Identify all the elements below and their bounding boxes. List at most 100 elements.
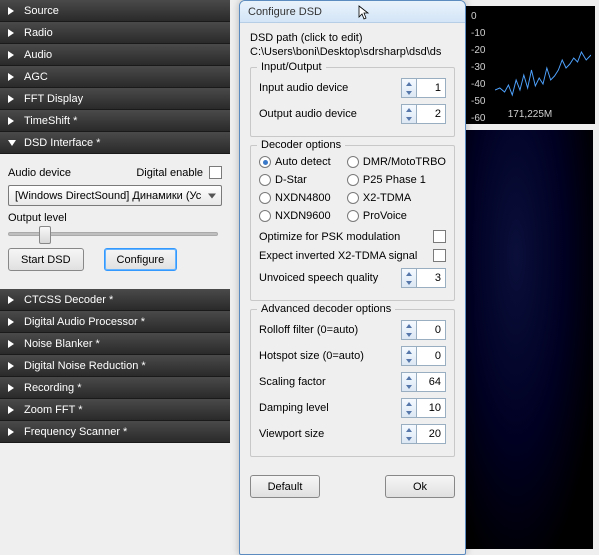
panel-recording[interactable]: Recording * bbox=[0, 377, 230, 399]
radio-p25-phase-1[interactable]: P25 Phase 1 bbox=[347, 174, 446, 186]
panel-label: Recording * bbox=[24, 382, 81, 394]
spin-up-icon[interactable] bbox=[402, 105, 416, 114]
chevron-right-icon bbox=[8, 340, 14, 348]
spin-up-icon[interactable] bbox=[402, 321, 416, 330]
chevron-right-icon bbox=[8, 296, 14, 304]
panel-digital-noise-reduction[interactable]: Digital Noise Reduction * bbox=[0, 355, 230, 377]
radio-icon bbox=[259, 210, 271, 222]
frequency-readout: 171,225M bbox=[465, 109, 595, 120]
chevron-right-icon bbox=[8, 406, 14, 414]
panel-label: DSD Interface * bbox=[24, 137, 100, 149]
input-audio-device-spinner[interactable]: 1 bbox=[401, 78, 446, 98]
slider-thumb-icon[interactable] bbox=[39, 226, 51, 244]
panel-audio[interactable]: Audio bbox=[0, 44, 230, 66]
radio-x2-tdma[interactable]: X2-TDMA bbox=[347, 192, 446, 204]
chevron-right-icon bbox=[8, 362, 14, 370]
panel-label: Frequency Scanner * bbox=[24, 426, 127, 438]
panel-label: Digital Noise Reduction * bbox=[24, 360, 146, 372]
spin-down-icon[interactable] bbox=[402, 88, 416, 97]
radio-icon bbox=[347, 174, 359, 186]
panel-ctcss-decoder[interactable]: CTCSS Decoder * bbox=[0, 289, 230, 311]
spin-down-icon[interactable] bbox=[402, 434, 416, 443]
optimize-psk-label: Optimize for PSK modulation bbox=[259, 231, 400, 243]
audio-device-value: [Windows DirectSound] Динамики (Ус bbox=[15, 190, 201, 202]
panel-zoom-fft[interactable]: Zoom FFT * bbox=[0, 399, 230, 421]
hotspot-size-spinner[interactable]: 0 bbox=[401, 346, 446, 366]
unvoiced-quality-spinner[interactable]: 3 bbox=[401, 268, 446, 288]
waterfall-display[interactable] bbox=[465, 130, 593, 549]
spin-down-icon[interactable] bbox=[402, 382, 416, 391]
chevron-right-icon bbox=[8, 318, 14, 326]
scaling-factor-spinner[interactable]: 64 bbox=[401, 372, 446, 392]
group-title: Decoder options bbox=[257, 139, 345, 151]
rolloff-filter-value: 0 bbox=[417, 324, 445, 336]
radio-d-star[interactable]: D-Star bbox=[259, 174, 343, 186]
unvoiced-quality-value: 3 bbox=[417, 272, 445, 284]
radio-nxdn4800[interactable]: NXDN4800 bbox=[259, 192, 343, 204]
output-audio-device-label: Output audio device bbox=[259, 108, 357, 120]
spin-down-icon[interactable] bbox=[402, 356, 416, 365]
audio-device-label: Audio device bbox=[8, 167, 71, 179]
hotspot-size-label: Hotspot size (0=auto) bbox=[259, 350, 364, 362]
chevron-right-icon bbox=[8, 428, 14, 436]
viewport-size-value: 20 bbox=[417, 428, 445, 440]
panel-label: AGC bbox=[24, 71, 48, 83]
configure-button[interactable]: Configure bbox=[104, 248, 178, 271]
spin-up-icon[interactable] bbox=[402, 425, 416, 434]
group-title: Advanced decoder options bbox=[257, 303, 395, 315]
audio-device-select[interactable]: [Windows DirectSound] Динамики (Ус bbox=[8, 185, 222, 206]
viewport-size-spinner[interactable]: 20 bbox=[401, 424, 446, 444]
panel-noise-blanker[interactable]: Noise Blanker * bbox=[0, 333, 230, 355]
chevron-right-icon bbox=[8, 29, 14, 37]
dialog-title-bar[interactable]: Configure DSD bbox=[240, 1, 465, 23]
spin-up-icon[interactable] bbox=[402, 79, 416, 88]
radio-nxdn9600[interactable]: NXDN9600 bbox=[259, 210, 343, 222]
panel-label: Noise Blanker * bbox=[24, 338, 100, 350]
expect-inverted-x2-label: Expect inverted X2-TDMA signal bbox=[259, 250, 417, 262]
radio-auto-detect[interactable]: Auto detect bbox=[259, 156, 343, 168]
decoder-options-group: Decoder options Auto detect DMR/MotoTRBO… bbox=[250, 145, 455, 301]
spectrum-display[interactable]: 0 -10 -20 -30 -40 -50 -60 -70 171,225M bbox=[465, 6, 595, 124]
panel-digital-audio-processor[interactable]: Digital Audio Processor * bbox=[0, 311, 230, 333]
spin-down-icon[interactable] bbox=[402, 114, 416, 123]
dialog-footer: Default Ok bbox=[240, 469, 465, 506]
spin-down-icon[interactable] bbox=[402, 278, 416, 287]
radio-provoice[interactable]: ProVoice bbox=[347, 210, 446, 222]
digital-enable-checkbox[interactable] bbox=[209, 166, 222, 179]
output-audio-device-spinner[interactable]: 2 bbox=[401, 104, 446, 124]
panel-agc[interactable]: AGC bbox=[0, 66, 230, 88]
panel-dsd-interface[interactable]: DSD Interface * bbox=[0, 132, 230, 154]
chevron-right-icon bbox=[8, 7, 14, 15]
cursor-icon bbox=[358, 5, 372, 21]
radio-dmr-mototrbo[interactable]: DMR/MotoTRBO bbox=[347, 156, 446, 168]
spin-down-icon[interactable] bbox=[402, 330, 416, 339]
panel-timeshift[interactable]: TimeShift * bbox=[0, 110, 230, 132]
panel-list-lower: CTCSS Decoder * Digital Audio Processor … bbox=[0, 289, 230, 443]
rolloff-filter-spinner[interactable]: 0 bbox=[401, 320, 446, 340]
expect-inverted-x2-checkbox[interactable] bbox=[433, 249, 446, 262]
spin-down-icon[interactable] bbox=[402, 408, 416, 417]
start-dsd-button[interactable]: Start DSD bbox=[8, 248, 84, 271]
panel-label: TimeShift * bbox=[24, 115, 77, 127]
dsd-path-block[interactable]: DSD path (click to edit) C:\Users\boni\D… bbox=[250, 31, 455, 59]
spin-up-icon[interactable] bbox=[402, 347, 416, 356]
optimize-psk-checkbox[interactable] bbox=[433, 230, 446, 243]
panel-frequency-scanner[interactable]: Frequency Scanner * bbox=[0, 421, 230, 443]
panel-source[interactable]: Source bbox=[0, 0, 230, 22]
spin-up-icon[interactable] bbox=[402, 373, 416, 382]
spin-up-icon[interactable] bbox=[402, 399, 416, 408]
damping-level-spinner[interactable]: 10 bbox=[401, 398, 446, 418]
input-audio-device-label: Input audio device bbox=[259, 82, 348, 94]
radio-icon bbox=[347, 210, 359, 222]
radio-icon bbox=[259, 192, 271, 204]
chevron-right-icon bbox=[8, 51, 14, 59]
decoder-radio-grid: Auto detect DMR/MotoTRBO D-Star P25 Phas… bbox=[259, 156, 446, 222]
spin-up-icon[interactable] bbox=[402, 269, 416, 278]
output-level-slider[interactable] bbox=[8, 232, 218, 236]
panel-fft-display[interactable]: FFT Display bbox=[0, 88, 230, 110]
panel-radio[interactable]: Radio bbox=[0, 22, 230, 44]
default-button[interactable]: Default bbox=[250, 475, 320, 498]
hotspot-size-value: 0 bbox=[417, 350, 445, 362]
radio-icon bbox=[259, 174, 271, 186]
ok-button[interactable]: Ok bbox=[385, 475, 455, 498]
